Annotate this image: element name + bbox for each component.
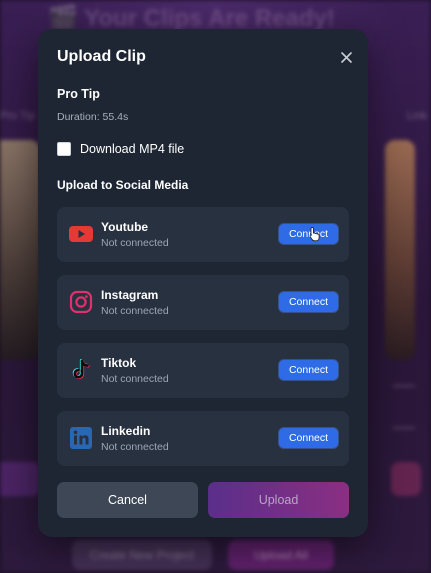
connect-tiktok-button[interactable]: Connect [279,360,338,380]
youtube-icon [68,221,94,247]
platform-list: Youtube Not connected Connect Instagram … [57,207,349,479]
platform-name: Linkedin [101,424,151,438]
background-clip-thumbnail-left [0,140,40,360]
cancel-button[interactable]: Cancel [57,482,198,518]
platform-name: Youtube [101,220,149,234]
platform-status: Not connected [101,237,169,249]
download-mp4-option[interactable]: Download MP4 file [57,142,184,156]
clip-duration: Duration: 55.4s [57,111,129,123]
background-clip-thumbnail-right [385,140,415,360]
connect-linkedin-button[interactable]: Connect [279,428,338,448]
social-media-section-title: Upload to Social Media [57,178,189,192]
platform-status: Not connected [101,305,169,317]
platform-card-youtube: Youtube Not connected Connect [57,207,349,262]
close-button[interactable] [336,47,356,67]
linkedin-icon [68,425,94,451]
background-right-label: Link [406,110,427,122]
clip-name: Pro Tip [57,87,100,101]
platform-card-instagram: Instagram Not connected Connect [57,275,349,330]
background-create-project-button: Create New Project [72,540,212,570]
background-upload-all-button: Upload All [228,540,334,570]
modal-title: Upload Clip [57,48,146,65]
download-mp4-checkbox[interactable] [57,142,71,156]
platform-card-tiktok: Tiktok Not connected Connect [57,343,349,398]
modal-footer: Cancel Upload [57,482,349,518]
background-action-bar-left [0,462,40,496]
upload-button[interactable]: Upload [208,482,349,518]
download-mp4-label: Download MP4 file [80,142,185,156]
platform-status: Not connected [101,441,169,453]
platform-status: Not connected [101,373,169,385]
tiktok-icon [68,357,94,383]
platform-name: Tiktok [101,356,137,370]
upload-clip-modal: Upload Clip Pro Tip Duration: 55.4s Down… [38,29,368,537]
platform-card-linkedin: Linkedin Not connected Connect [57,411,349,466]
background-clip-meta [393,385,415,429]
background-action-bar-right [391,462,421,496]
instagram-icon [68,289,94,315]
connect-instagram-button[interactable]: Connect [279,292,338,312]
background-left-label: Pro Tip [0,110,35,122]
close-icon [340,51,352,63]
platform-name: Instagram [101,288,159,302]
connect-youtube-button[interactable]: Connect [279,224,338,244]
